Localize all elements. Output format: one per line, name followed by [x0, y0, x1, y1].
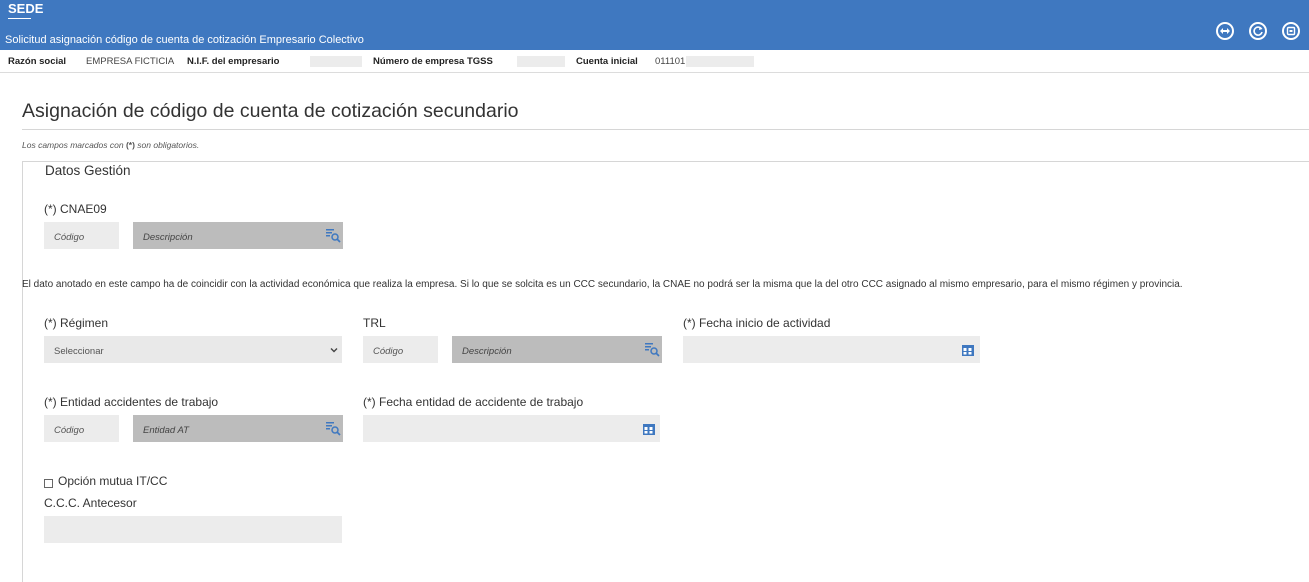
entidad-codigo-input[interactable]: Código: [44, 415, 119, 442]
fecha-entidad-label: (*) Fecha entidad de accidente de trabaj…: [363, 395, 584, 409]
calendar-icon[interactable]: [641, 421, 657, 437]
brand: SEDE: [8, 1, 44, 16]
numero-empresa-label: Número de empresa TGSS: [373, 56, 493, 67]
calendar-icon[interactable]: [960, 342, 976, 358]
trl-label: TRL: [363, 316, 386, 330]
opcion-mutua-label: Opción mutua IT/CC: [58, 474, 168, 488]
fecha-inicio-input[interactable]: [683, 336, 980, 363]
fecha-inicio-label: (*) Fecha inicio de actividad: [683, 316, 831, 330]
nif-label: N.I.F. del empresario: [187, 56, 280, 67]
chevron-down-icon: [330, 348, 338, 353]
refresh-icon[interactable]: [1249, 22, 1267, 40]
cuenta-inicial-redacted: [686, 56, 754, 67]
opcion-mutua-checkbox[interactable]: [44, 479, 53, 488]
search-icon[interactable]: [325, 227, 341, 243]
cnae-help-text: El dato anotado en este campo ha de coin…: [22, 279, 1183, 290]
page-title: Asignación de código de cuenta de cotiza…: [22, 100, 519, 122]
regimen-label: (*) Régimen: [44, 316, 109, 330]
exit-icon[interactable]: [1282, 22, 1300, 40]
numero-empresa-redacted: [517, 56, 565, 67]
entidad-at-input[interactable]: Entidad AT: [133, 415, 343, 442]
page-subtitle: Solicitud asignación código de cuenta de…: [5, 34, 364, 46]
brand-underline: [8, 18, 31, 19]
cnae-label: (*) CNAE09: [44, 202, 107, 216]
entidad-label: (*) Entidad accidentes de trabajo: [44, 395, 219, 409]
cnae-codigo-input[interactable]: Código: [44, 222, 119, 249]
fecha-entidad-input[interactable]: [363, 415, 660, 442]
trl-codigo-input[interactable]: Código: [363, 336, 438, 363]
search-icon[interactable]: [644, 341, 660, 357]
trl-descripcion-input[interactable]: Descripción: [452, 336, 662, 363]
required-note: Los campos marcados con (*) son obligato…: [22, 140, 200, 150]
group-title: Datos Gestión: [42, 163, 137, 178]
ccc-antecesor-label: C.C.C. Antecesor: [44, 496, 137, 510]
company-info-bar: Razón social EMPRESA FICTICIA N.I.F. del…: [0, 50, 1309, 73]
cuenta-inicial-label: Cuenta inicial: [576, 56, 638, 67]
nif-redacted: [310, 56, 362, 67]
search-icon[interactable]: [325, 420, 341, 436]
razon-social-label: Razón social: [8, 56, 67, 67]
regimen-select[interactable]: Seleccionar: [44, 336, 342, 363]
title-divider: [22, 129, 1309, 130]
ccc-antecesor-input[interactable]: [44, 516, 342, 543]
razon-social-value: EMPRESA FICTICIA: [86, 56, 175, 67]
cuenta-inicial-value: 011101: [655, 56, 686, 67]
cnae-descripcion-input[interactable]: Descripción: [133, 222, 343, 249]
navigate-icon[interactable]: [1216, 22, 1234, 40]
